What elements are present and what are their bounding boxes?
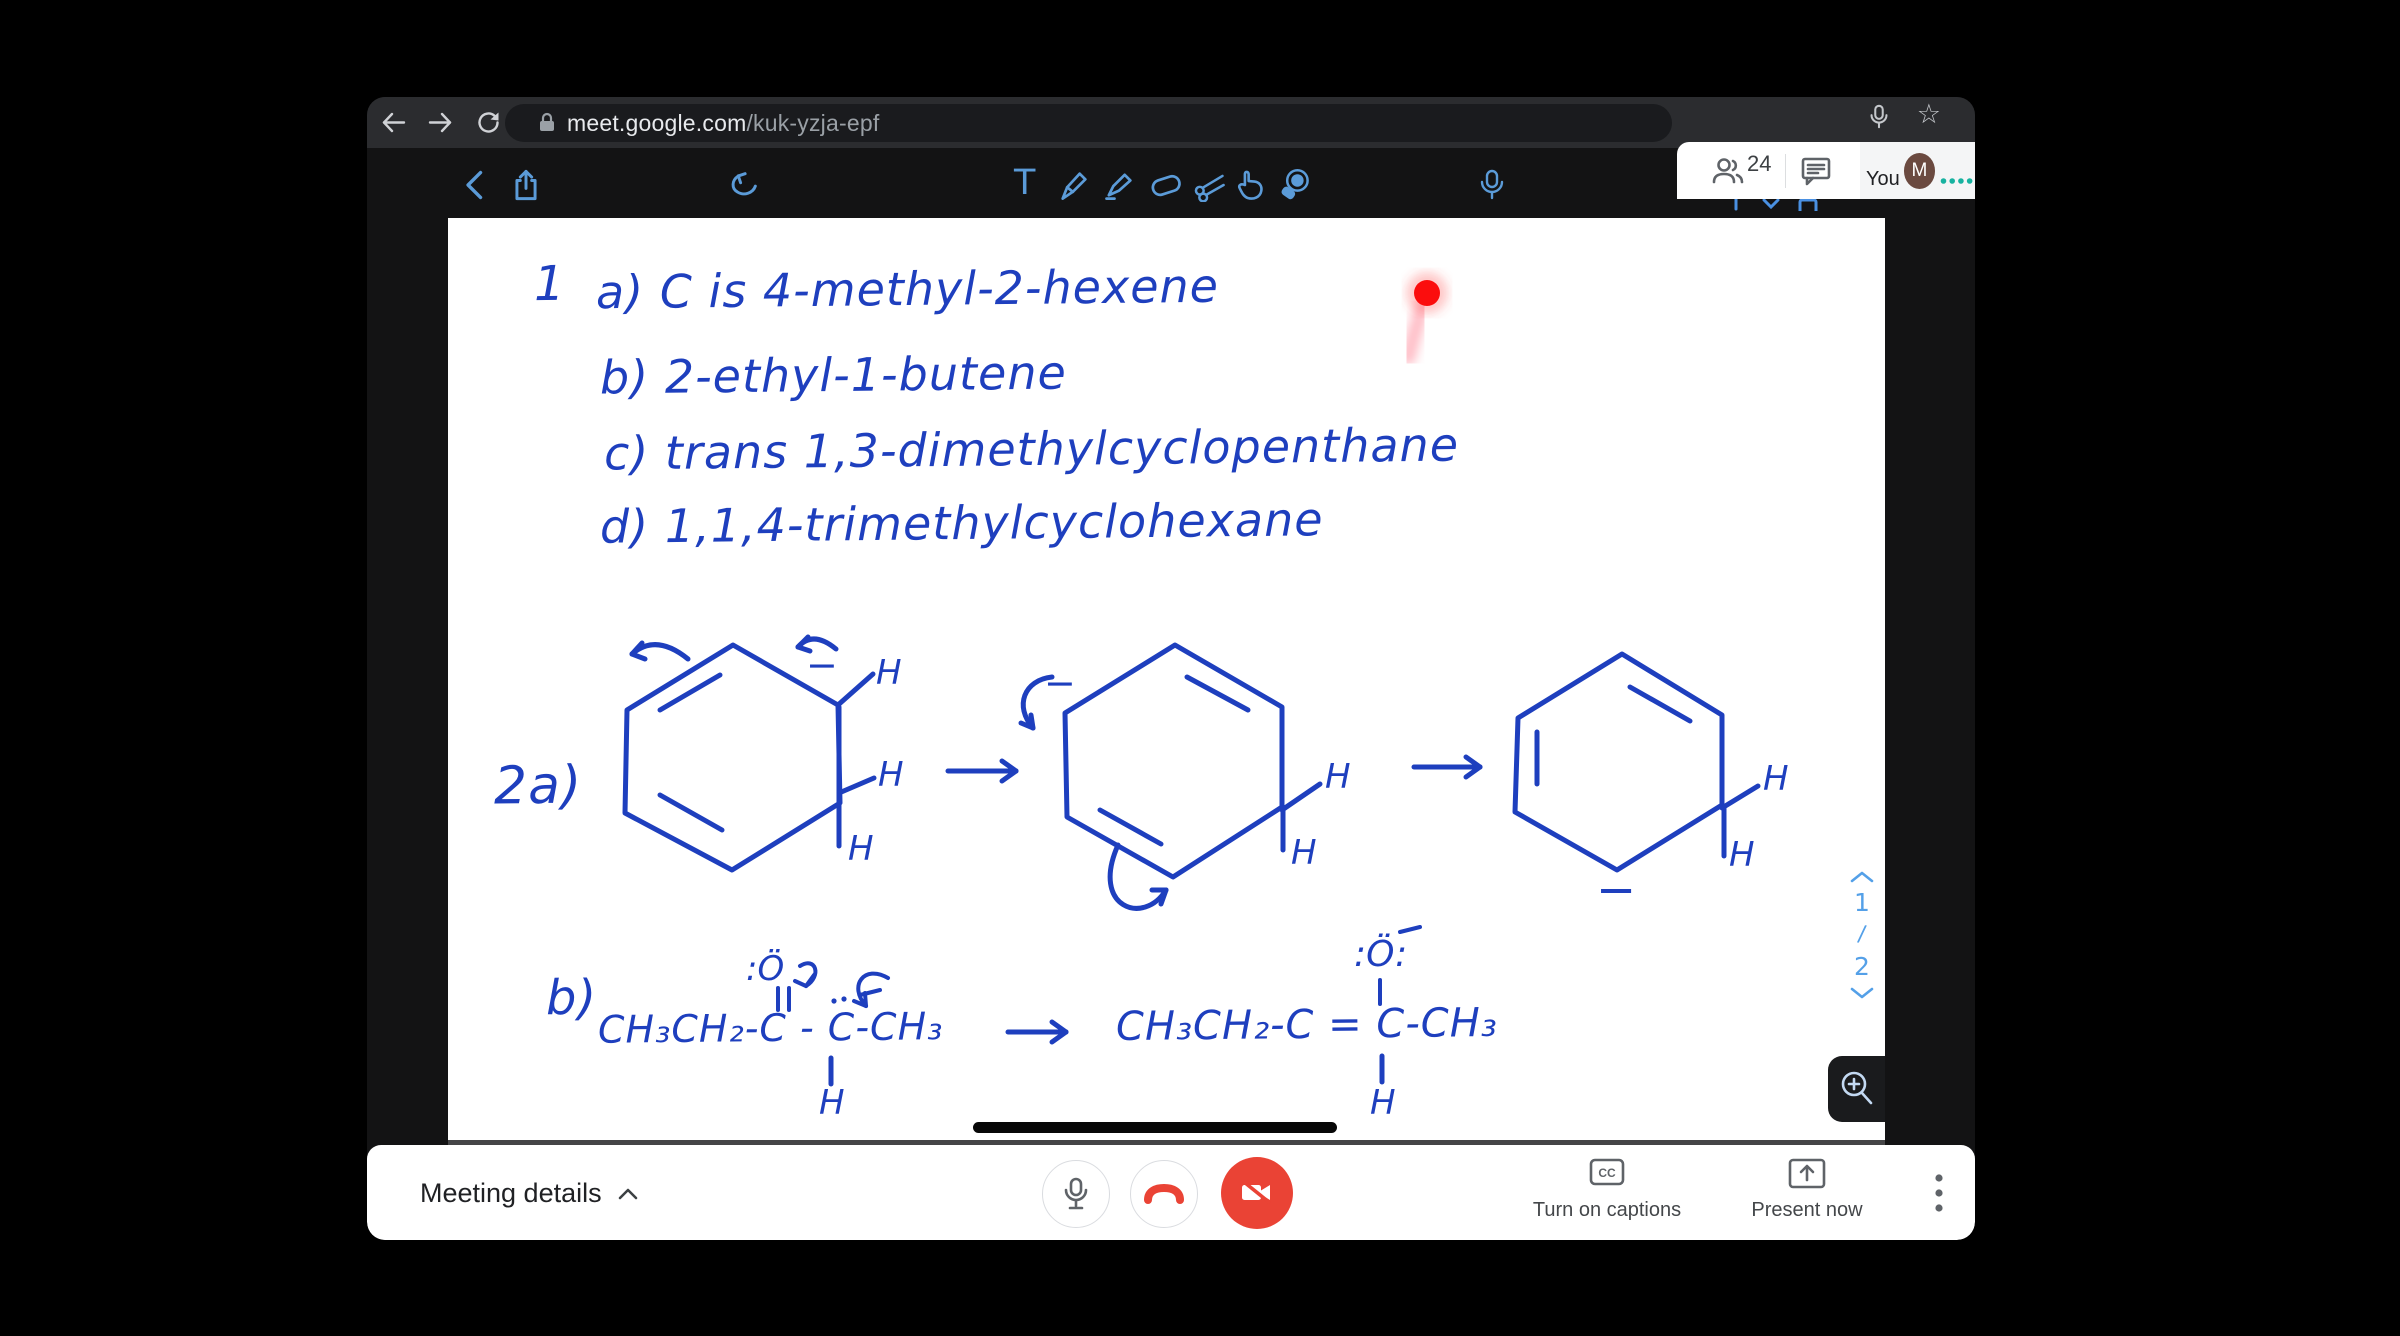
present-label: Present now	[1751, 1199, 1863, 1221]
chevron-up-icon	[618, 1188, 637, 1199]
minus-charge: −	[1596, 862, 1636, 918]
captions-label: Turn on captions	[1532, 1199, 1682, 1221]
wb-mic-icon[interactable]	[1475, 168, 1509, 202]
pen-tool[interactable]	[1057, 168, 1091, 202]
screen-background: meet.google.com/kuk-yzja-epf ☆ T 1 a) C …	[0, 0, 2400, 1336]
browser-chrome: meet.google.com/kuk-yzja-epf ☆	[367, 97, 1975, 148]
camera-off-button[interactable]	[1221, 1157, 1293, 1229]
meeting-details-label: Meeting details	[420, 1178, 602, 1208]
avatar-initial: M	[1911, 159, 1928, 181]
mic-button[interactable]	[1042, 1160, 1110, 1228]
camera-off-icon	[1242, 1180, 1272, 1205]
avatar[interactable]: M	[1903, 152, 1936, 189]
chat-icon[interactable]	[1800, 155, 1832, 187]
page-separator: /	[1856, 921, 1868, 948]
page-up-icon[interactable]	[1849, 870, 1875, 884]
you-label: You	[1866, 168, 1900, 190]
share-icon[interactable]	[509, 168, 543, 202]
laser-pointer-tool[interactable]	[1277, 168, 1311, 202]
whiteboard-canvas[interactable]: 1 a) C is 4-methyl-2-hexene b) 2-ethyl-1…	[448, 218, 1885, 1145]
minus-charge: −	[806, 643, 838, 687]
voice-search-icon[interactable]	[1867, 103, 1891, 131]
page-current: 1	[1854, 888, 1870, 917]
forward-icon[interactable]	[427, 109, 454, 136]
wb-back-icon[interactable]	[459, 168, 493, 202]
hang-up-icon	[1144, 1183, 1184, 1204]
participants-icon[interactable]	[1711, 156, 1745, 186]
oxygen-left: :Ö	[746, 948, 784, 989]
hang-up-button[interactable]	[1130, 1160, 1198, 1228]
meeting-details-toggle[interactable]: Meeting details	[420, 1178, 638, 1209]
h-label: H	[819, 1083, 845, 1123]
page-down-icon[interactable]	[1849, 986, 1875, 1000]
magnifier-plus-icon	[1841, 1071, 1872, 1105]
page-indicator: 1 / 2	[1840, 870, 1884, 1000]
lock-icon	[540, 112, 554, 131]
meet-bottom-bar: Meeting details CC Turn on captions Pres…	[367, 1145, 1975, 1240]
url-path: /kuk-yzja-epf	[746, 109, 880, 136]
hidden-toolbar-icon-fragments	[1734, 198, 1818, 211]
back-icon[interactable]	[380, 109, 407, 136]
present-icon	[1788, 1158, 1826, 1189]
highlighter-tool[interactable]	[1102, 168, 1136, 202]
scissors-tool[interactable]	[1193, 168, 1227, 202]
h-label: H	[878, 755, 904, 795]
self-view-strip: You M	[1860, 142, 1975, 199]
audio-level-dots	[1940, 177, 1973, 184]
url-bar[interactable]: meet.google.com/kuk-yzja-epf	[505, 104, 1672, 142]
text-tool[interactable]: T	[1014, 166, 1035, 201]
meet-top-panel: 24 You M	[1677, 142, 1975, 199]
more-options-button[interactable]	[1927, 1171, 1951, 1215]
h-label: H	[848, 829, 874, 869]
oxygen-right: :Ö:	[1354, 933, 1407, 975]
panel-divider	[1785, 153, 1787, 188]
captions-icon-text: CC	[1598, 1166, 1616, 1180]
zoom-in-button[interactable]	[1828, 1056, 1885, 1122]
bookmark-star-icon[interactable]: ☆	[1917, 99, 1941, 130]
h-label: H	[1729, 835, 1755, 875]
laser-pointer-dot	[1400, 272, 1448, 366]
scrollbar-handle[interactable]	[973, 1122, 1337, 1133]
eraser-tool[interactable]	[1149, 168, 1183, 202]
hand-tool[interactable]	[1233, 168, 1267, 202]
h-label: H	[1370, 1083, 1396, 1123]
participant-count: 24	[1747, 150, 1772, 176]
h-label: H	[1325, 757, 1351, 797]
undo-icon[interactable]	[727, 168, 761, 202]
minus-charge: −	[1044, 661, 1076, 705]
h-label: H	[1763, 759, 1789, 799]
page-total: 2	[1854, 952, 1870, 981]
h-label: H	[1291, 833, 1317, 873]
reload-icon[interactable]	[475, 109, 502, 136]
url-domain: meet.google.com	[567, 109, 747, 136]
browser-window: meet.google.com/kuk-yzja-epf ☆ T 1 a) C …	[367, 97, 1975, 1240]
mic-icon	[1064, 1177, 1088, 1210]
h-label: H	[876, 653, 902, 693]
chemistry-drawing: H H H H H H H H H − − − :Ö :Ö:	[622, 272, 1789, 1123]
captions-icon: CC	[1589, 1158, 1625, 1186]
